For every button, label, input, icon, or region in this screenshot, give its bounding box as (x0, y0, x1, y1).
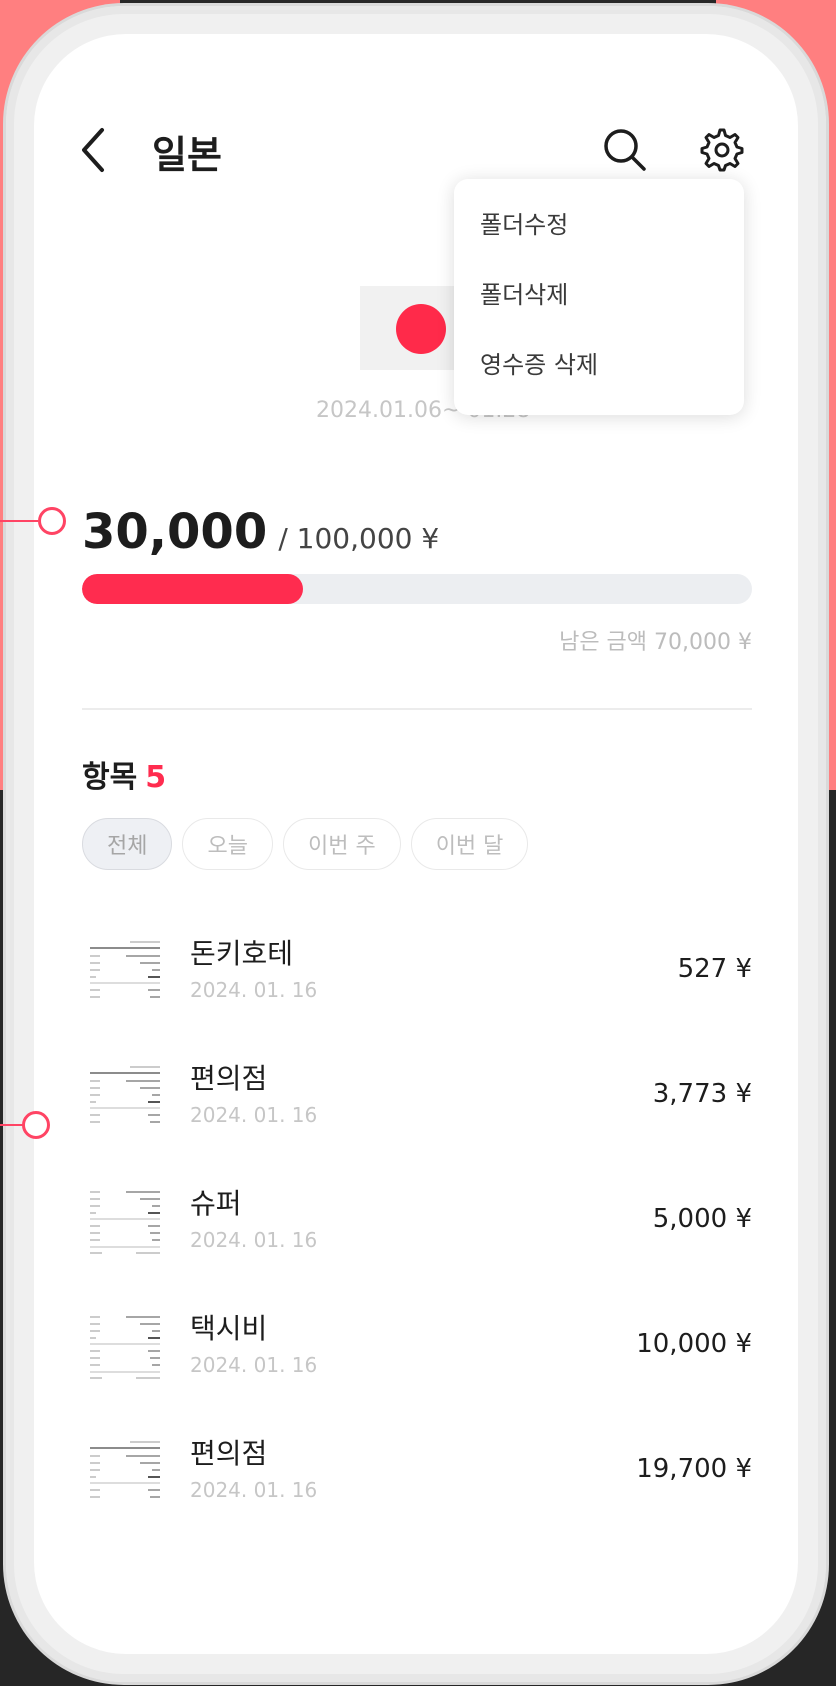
settings-button[interactable] (694, 124, 746, 176)
phone-frame: 일본 2024.01.06~ 01.28 폴더수정 폴더삭제 영수증 삭제 30… (6, 6, 826, 1682)
annotation-marker (38, 507, 66, 535)
remaining-amount: 남은 금액 70,000 ¥ (559, 630, 752, 655)
filter-this-week[interactable]: 이번 주 (282, 818, 401, 870)
filter-chips: 전체 오늘 이번 주 이번 달 (82, 818, 529, 870)
search-icon (604, 129, 646, 171)
filter-all[interactable]: 전체 (82, 818, 173, 870)
menu-item-delete-folder[interactable]: 폴더삭제 (480, 275, 568, 310)
filter-today[interactable]: 오늘 (182, 818, 273, 870)
receipt-thumbnail-icon (90, 941, 160, 998)
receipt-amount: 5,000 ¥ (652, 1204, 752, 1234)
items-section-title: 항목 5 (82, 752, 166, 796)
receipt-amount: 19,700 ¥ (636, 1454, 752, 1484)
receipt-merchant: 편의점 (190, 1437, 268, 1470)
receipt-merchant: 택시비 (190, 1312, 268, 1345)
menu-item-edit-folder[interactable]: 폴더수정 (480, 205, 568, 240)
items-count: 5 (145, 760, 167, 795)
receipt-thumbnail-icon (90, 1066, 160, 1123)
receipt-merchant: 돈키호테 (190, 937, 294, 970)
flag-circle (396, 304, 446, 354)
receipt-merchant: 슈퍼 (190, 1187, 242, 1220)
gear-icon (700, 128, 744, 172)
list-item[interactable]: 편의점 2024. 01. 16 19,700 ¥ (34, 1414, 798, 1534)
list-item[interactable]: 편의점 2024. 01. 16 3,773 ¥ (34, 1039, 798, 1159)
receipt-date: 2024. 01. 16 (190, 1353, 318, 1377)
annotation-marker (22, 1111, 50, 1139)
receipt-date: 2024. 01. 16 (190, 1478, 318, 1502)
back-button[interactable] (74, 122, 114, 178)
list-item[interactable]: 돈키호테 2024. 01. 16 527 ¥ (34, 914, 798, 1034)
filter-this-month[interactable]: 이번 달 (410, 818, 529, 870)
receipt-amount: 3,773 ¥ (652, 1079, 752, 1109)
items-label: 항목 (82, 760, 138, 795)
annotation-line (0, 520, 38, 522)
menu-item-delete-receipts[interactable]: 영수증 삭제 (480, 345, 598, 380)
budget-total: / 100,000 ¥ (278, 522, 440, 555)
receipt-amount: 10,000 ¥ (636, 1329, 752, 1359)
list-item[interactable]: 택시비 2024. 01. 16 10,000 ¥ (34, 1289, 798, 1409)
annotation-line (0, 1124, 24, 1126)
settings-dropdown-menu: 폴더수정 폴더삭제 영수증 삭제 (454, 179, 744, 415)
receipt-thumbnail-icon (90, 1191, 160, 1254)
search-button[interactable] (599, 124, 651, 176)
budget-progress-bar (82, 574, 752, 604)
divider (82, 708, 752, 710)
page-title: 일본 (152, 133, 222, 177)
budget-summary: 30,000 / 100,000 ¥ (82, 504, 439, 560)
receipt-amount: 527 ¥ (677, 954, 752, 984)
budget-progress-fill (82, 574, 304, 604)
receipt-date: 2024. 01. 16 (190, 1228, 318, 1252)
spent-amount: 30,000 (82, 504, 268, 560)
receipt-thumbnail-icon (90, 1441, 160, 1498)
chevron-left-icon (82, 128, 104, 172)
list-item[interactable]: 슈퍼 2024. 01. 16 5,000 ¥ (34, 1164, 798, 1284)
receipt-thumbnail-icon (90, 1316, 160, 1379)
receipt-merchant: 편의점 (190, 1062, 268, 1095)
receipt-date: 2024. 01. 16 (190, 978, 318, 1002)
app-screen: 일본 2024.01.06~ 01.28 폴더수정 폴더삭제 영수증 삭제 30… (34, 34, 798, 1654)
receipt-date: 2024. 01. 16 (190, 1103, 318, 1127)
